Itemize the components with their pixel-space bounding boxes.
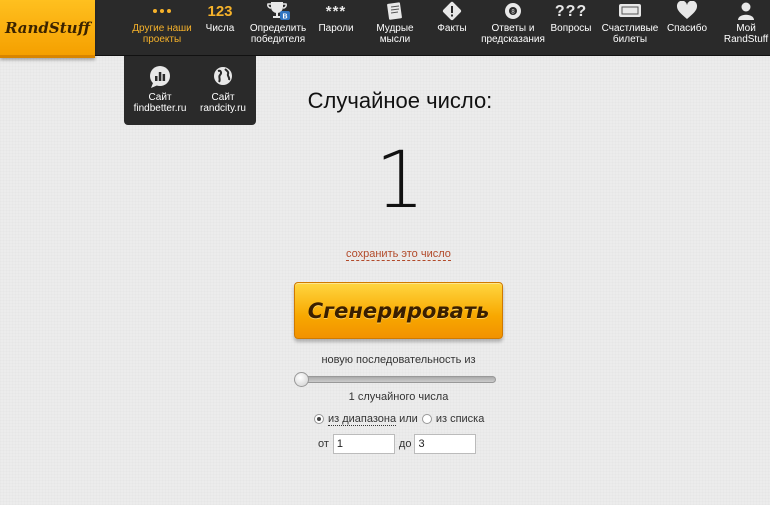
nav-numbers[interactable]: 123 Числа	[200, 0, 240, 56]
nav-facts[interactable]: Факты	[432, 0, 472, 56]
list-radio[interactable]	[421, 414, 432, 424]
list-option-label[interactable]: из списка	[436, 413, 485, 425]
nav-label: Спасибо	[666, 23, 708, 34]
count-label: 1 случайного числа	[348, 391, 449, 403]
exclamation-icon	[442, 0, 462, 22]
nav-label: Мудрые мысли	[376, 23, 414, 45]
nav-my-randstuff[interactable]: Мой RandStuff	[722, 0, 770, 56]
nav-other-projects[interactable]: Другие наши проекты	[128, 0, 196, 56]
nav-label: Мой RandStuff	[723, 23, 769, 45]
heart-icon	[676, 0, 698, 22]
dots-icon	[152, 0, 172, 22]
globe-icon	[212, 65, 234, 89]
nav-label: Факты	[437, 23, 467, 34]
range-option-label[interactable]: из диапазона	[328, 413, 397, 426]
nav-answers[interactable]: 8 Ответы и предсказания	[480, 0, 546, 56]
ticket-icon	[617, 0, 643, 22]
site-logo[interactable]: RandStuff	[0, 0, 95, 58]
nav-label: Ответы и предсказания	[481, 23, 545, 45]
random-number-result: 1	[375, 136, 425, 226]
count-slider-track[interactable]	[295, 376, 496, 383]
range-radio[interactable]	[314, 414, 324, 424]
trophy-icon: B	[265, 0, 291, 22]
nav-thanks[interactable]: Спасибо	[666, 0, 708, 56]
top-navigation-bar: RandStuff Другие наши проекты 123 Числа …	[0, 0, 770, 58]
question-marks-icon: ???	[554, 2, 588, 20]
numbers-icon: 123	[207, 2, 233, 20]
eight-ball-icon: 8	[503, 0, 523, 22]
user-icon	[736, 0, 756, 22]
range-inputs: от до	[318, 434, 477, 454]
mode-selector: из диапазона или из списка	[314, 412, 484, 426]
asterisks-icon: ***	[325, 2, 347, 20]
count-slider-handle[interactable]	[294, 372, 309, 387]
range-to-input[interactable]	[414, 434, 477, 454]
or-label: или	[399, 413, 418, 425]
nav-winner[interactable]: B Определить победителя	[246, 0, 310, 56]
page-title: Случайное число:	[307, 88, 493, 113]
nav-questions[interactable]: ??? Вопросы	[549, 0, 593, 56]
nav-label: Определить победителя	[249, 23, 307, 45]
chart-bubble-icon	[148, 65, 172, 89]
to-label: до	[398, 438, 412, 450]
nav-label: Пароли	[318, 23, 354, 34]
nav-label: Вопросы	[550, 23, 592, 34]
from-label: от	[318, 438, 329, 450]
nav-passwords[interactable]: *** Пароли	[314, 0, 358, 56]
svg-text:B: B	[282, 14, 287, 21]
generate-button[interactable]: Сгенерировать	[294, 282, 503, 339]
nav-label: Счастливые билеты	[601, 23, 659, 45]
notebook-icon	[385, 0, 405, 22]
nav-label: Числа	[205, 23, 235, 34]
range-from-input[interactable]	[332, 434, 395, 454]
nav-wise-thoughts[interactable]: Мудрые мысли	[372, 0, 418, 56]
nav-label: Другие наши проекты	[132, 23, 192, 45]
sequence-label: новую последовательность из	[321, 354, 476, 366]
save-number-link[interactable]: сохранить это число	[346, 248, 451, 261]
nav-lucky-tickets[interactable]: Счастливые билеты	[600, 0, 660, 56]
